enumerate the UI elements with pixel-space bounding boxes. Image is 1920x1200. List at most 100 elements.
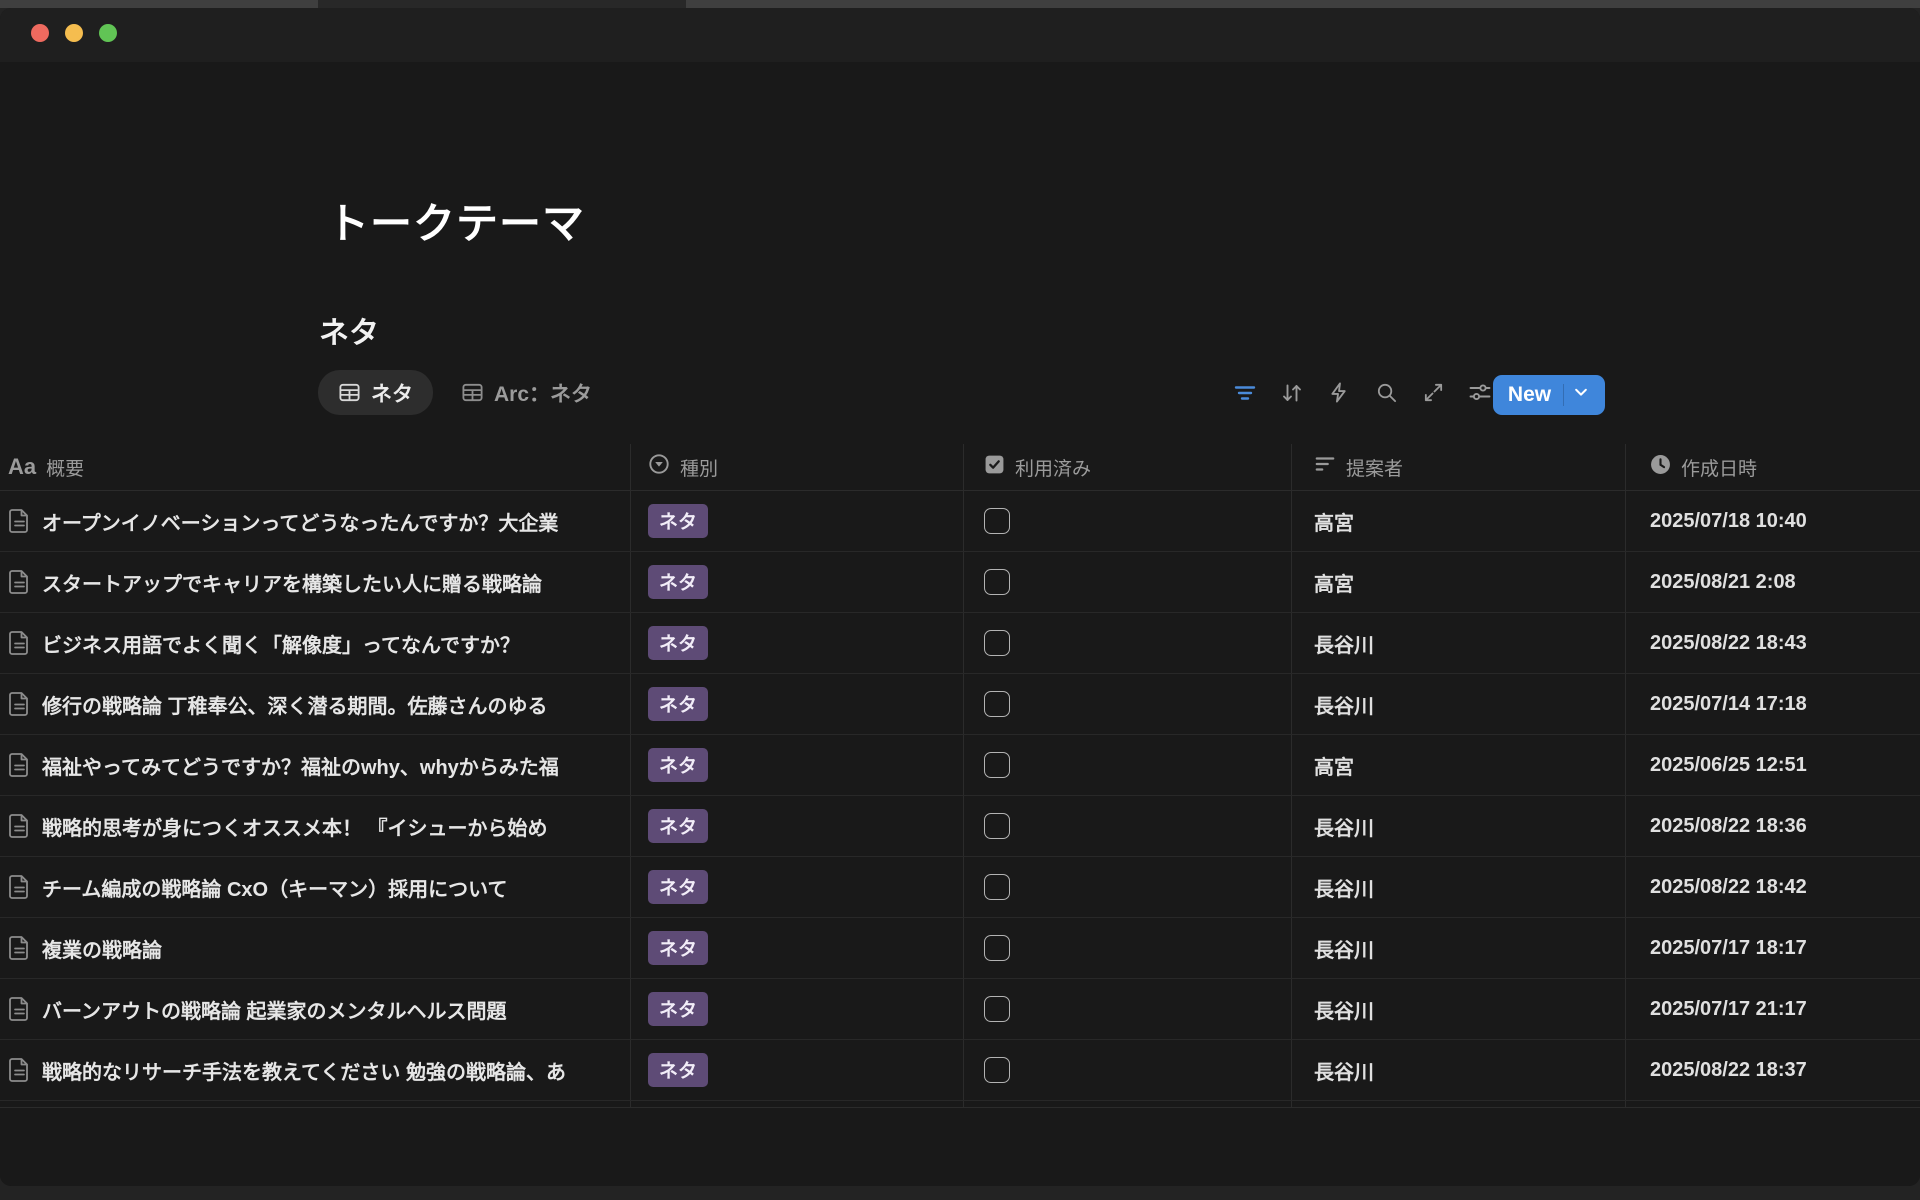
used-checkbox[interactable] xyxy=(984,874,1010,900)
close-window-button[interactable] xyxy=(31,24,49,42)
row-title-cell[interactable]: 複業の戦略論 xyxy=(0,918,631,978)
row-title[interactable]: 福祉やってみてどうですか？福祉のwhy、whyからみた福 xyxy=(42,751,559,780)
row-used-cell[interactable] xyxy=(964,735,1292,795)
chevron-down-icon[interactable] xyxy=(1572,383,1590,407)
row-title-cell[interactable]: バーンアウトの戦略論 起業家のメンタルヘルス問題 xyxy=(0,979,631,1039)
row-type-cell[interactable]: ネタ xyxy=(631,796,964,856)
row-created-cell[interactable]: 2025/07/17 18:17 xyxy=(1626,918,1920,978)
row-created-cell[interactable]: 2025/08/21 2:08 xyxy=(1626,552,1920,612)
row-title-cell[interactable]: チーム編成の戦略論 CxO（キーマン）採用について xyxy=(0,857,631,917)
sort-icon[interactable] xyxy=(1280,381,1304,405)
row-proposer-cell[interactable]: 長谷川 xyxy=(1292,613,1626,673)
row-created-cell[interactable]: 2025/07/18 10:40 xyxy=(1626,491,1920,551)
search-icon[interactable] xyxy=(1374,381,1398,405)
row-type-cell[interactable]: ネタ xyxy=(631,552,964,612)
row-used-cell[interactable] xyxy=(964,918,1292,978)
type-badge[interactable]: ネタ xyxy=(648,809,708,843)
page-doc-icon xyxy=(8,691,31,717)
column-header-overview[interactable]: Aa 概要 xyxy=(0,444,631,490)
row-used-cell[interactable] xyxy=(964,796,1292,856)
used-checkbox[interactable] xyxy=(984,996,1010,1022)
filter-icon[interactable] xyxy=(1233,381,1257,405)
row-proposer-cell[interactable]: 高宮 xyxy=(1292,491,1626,551)
row-type-cell[interactable]: ネタ xyxy=(631,979,964,1039)
row-proposer-cell[interactable]: 長谷川 xyxy=(1292,918,1626,978)
column-header-proposer[interactable]: 提案者 xyxy=(1292,444,1626,490)
column-header-type[interactable]: 種別 xyxy=(631,444,964,490)
row-title-cell[interactable]: 戦略的なリサーチ手法を教えてください 勉強の戦略論、あ xyxy=(0,1040,631,1100)
type-badge[interactable]: ネタ xyxy=(648,992,708,1026)
column-header-used[interactable]: 利用済み xyxy=(964,444,1292,490)
row-proposer-cell[interactable]: 長谷川 xyxy=(1292,979,1626,1039)
row-used-cell[interactable] xyxy=(964,613,1292,673)
tab-arc-neta[interactable]: Arc：ネタ xyxy=(441,370,612,415)
used-checkbox[interactable] xyxy=(984,691,1010,717)
row-title[interactable]: 複業の戦略論 xyxy=(42,934,162,963)
automations-icon[interactable] xyxy=(1327,381,1351,405)
used-checkbox[interactable] xyxy=(984,1057,1010,1083)
row-type-cell[interactable]: ネタ xyxy=(631,735,964,795)
row-created-cell[interactable]: 2025/08/22 18:36 xyxy=(1626,796,1920,856)
view-settings-icon[interactable] xyxy=(1468,381,1492,405)
row-proposer-cell[interactable]: 長谷川 xyxy=(1292,796,1626,856)
row-type-cell[interactable]: ネタ xyxy=(631,613,964,673)
row-type-cell[interactable]: ネタ xyxy=(631,674,964,734)
row-created-cell[interactable]: 2025/08/22 18:43 xyxy=(1626,613,1920,673)
new-button[interactable]: New xyxy=(1493,375,1605,415)
row-title-cell[interactable]: 福祉やってみてどうですか？福祉のwhy、whyからみた福 xyxy=(0,735,631,795)
row-proposer-cell[interactable]: 長谷川 xyxy=(1292,857,1626,917)
row-created-cell[interactable]: 2025/07/17 21:17 xyxy=(1626,979,1920,1039)
row-title[interactable]: オープンイノベーションってどうなったんですか？大企業 xyxy=(42,507,558,536)
row-created-cell[interactable]: 2025/06/25 12:51 xyxy=(1626,735,1920,795)
row-type-cell[interactable]: ネタ xyxy=(631,491,964,551)
used-checkbox[interactable] xyxy=(984,935,1010,961)
type-badge[interactable]: ネタ xyxy=(648,626,708,660)
used-checkbox[interactable] xyxy=(984,508,1010,534)
row-proposer-cell[interactable]: 長谷川 xyxy=(1292,674,1626,734)
row-proposer-cell[interactable]: 高宮 xyxy=(1292,735,1626,795)
type-badge[interactable]: ネタ xyxy=(648,1053,708,1087)
type-badge[interactable]: ネタ xyxy=(648,687,708,721)
row-type-cell[interactable]: ネタ xyxy=(631,918,964,978)
tab-neta[interactable]: ネタ xyxy=(318,370,433,415)
row-used-cell[interactable] xyxy=(964,491,1292,551)
type-badge[interactable]: ネタ xyxy=(648,748,708,782)
column-header-created[interactable]: 作成日時 xyxy=(1626,444,1920,490)
row-type-cell[interactable]: ネタ xyxy=(631,857,964,917)
row-type-cell[interactable]: ネタ xyxy=(631,1040,964,1100)
expand-icon[interactable] xyxy=(1421,381,1445,405)
row-title[interactable]: 戦略的なリサーチ手法を教えてください 勉強の戦略論、あ xyxy=(42,1056,566,1085)
zoom-window-button[interactable] xyxy=(99,24,117,42)
row-title[interactable]: 戦略的思考が身につくオススメ本！ 『イシューから始め xyxy=(42,812,548,841)
row-title-cell[interactable]: オープンイノベーションってどうなったんですか？大企業 xyxy=(0,491,631,551)
row-title-cell[interactable]: 修行の戦略論 丁稚奉公、深く潜る期間。佐藤さんのゆる xyxy=(0,674,631,734)
used-checkbox[interactable] xyxy=(984,813,1010,839)
type-badge[interactable]: ネタ xyxy=(648,931,708,965)
row-created-cell[interactable]: 2025/07/14 17:18 xyxy=(1626,674,1920,734)
row-created-cell[interactable]: 2025/08/22 18:37 xyxy=(1626,1040,1920,1100)
row-used-cell[interactable] xyxy=(964,979,1292,1039)
row-title[interactable]: 修行の戦略論 丁稚奉公、深く潜る期間。佐藤さんのゆる xyxy=(42,690,548,719)
table-view-icon xyxy=(338,381,361,404)
type-badge[interactable]: ネタ xyxy=(648,504,708,538)
row-title[interactable]: スタートアップでキャリアを構築したい人に贈る戦略論 xyxy=(42,568,542,597)
row-title-cell[interactable]: ビジネス用語でよく聞く「解像度」ってなんですか？ xyxy=(0,613,631,673)
row-title[interactable]: バーンアウトの戦略論 起業家のメンタルヘルス問題 xyxy=(42,995,507,1024)
row-title-cell[interactable]: 戦略的思考が身につくオススメ本！ 『イシューから始め xyxy=(0,796,631,856)
minimize-window-button[interactable] xyxy=(65,24,83,42)
row-used-cell[interactable] xyxy=(964,552,1292,612)
row-used-cell[interactable] xyxy=(964,674,1292,734)
used-checkbox[interactable] xyxy=(984,630,1010,656)
row-proposer-cell[interactable]: 高宮 xyxy=(1292,552,1626,612)
type-badge[interactable]: ネタ xyxy=(648,870,708,904)
type-badge[interactable]: ネタ xyxy=(648,565,708,599)
used-checkbox[interactable] xyxy=(984,569,1010,595)
row-proposer-cell[interactable]: 長谷川 xyxy=(1292,1040,1626,1100)
row-used-cell[interactable] xyxy=(964,1040,1292,1100)
used-checkbox[interactable] xyxy=(984,752,1010,778)
row-title-cell[interactable]: スタートアップでキャリアを構築したい人に贈る戦略論 xyxy=(0,552,631,612)
row-title[interactable]: ビジネス用語でよく聞く「解像度」ってなんですか？ xyxy=(42,629,520,658)
row-used-cell[interactable] xyxy=(964,857,1292,917)
row-title[interactable]: チーム編成の戦略論 CxO（キーマン）採用について xyxy=(42,873,507,902)
row-created-cell[interactable]: 2025/08/22 18:42 xyxy=(1626,857,1920,917)
